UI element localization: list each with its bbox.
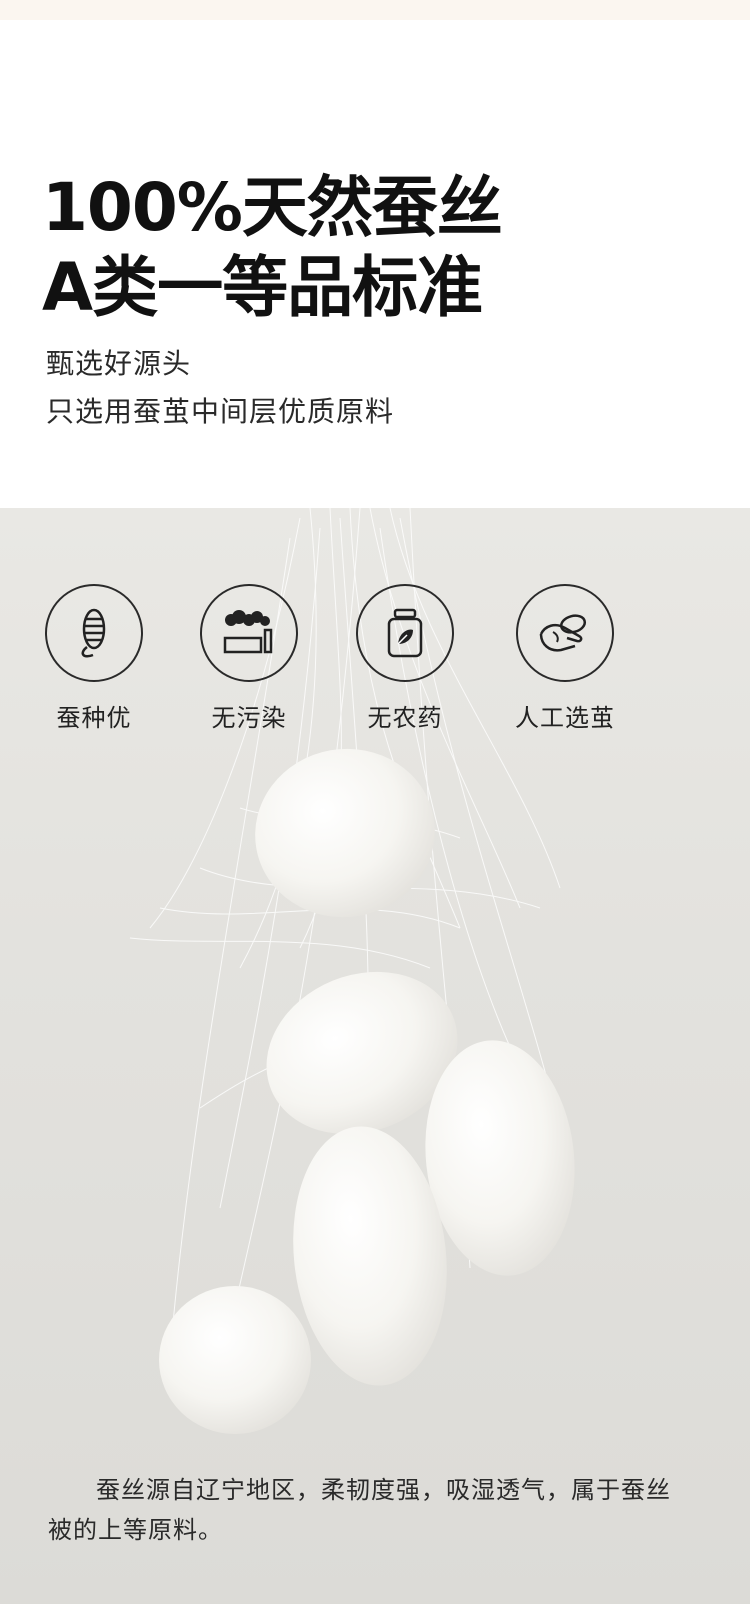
feature-no-pollution: 无污染 xyxy=(189,584,309,733)
top-strip xyxy=(0,0,750,20)
headline-line-2: A类一等品标准 xyxy=(42,249,483,326)
feature-hand-selected: 人工选茧 xyxy=(505,584,625,733)
feature-label: 人工选茧 xyxy=(515,704,615,732)
jar-leaf-icon xyxy=(356,584,454,682)
cocoon-1 xyxy=(255,748,435,918)
hand-cocoon-icon xyxy=(516,584,614,682)
headline: 100%天然蚕丝 A类一等品标准 xyxy=(42,168,503,328)
subheading-line-2: 只选用蚕茧中间层优质原料 xyxy=(46,395,395,428)
feature-label: 蚕种优 xyxy=(56,704,132,732)
feature-silkworm: 蚕种优 xyxy=(34,584,154,733)
factory-smoke-icon xyxy=(200,584,298,682)
headline-line-1: 100%天然蚕丝 xyxy=(42,169,503,246)
subheading-line-1: 甄选好源头 xyxy=(46,347,192,380)
caption: 蚕丝源自辽宁地区，柔韧度强，吸湿透气，属于蚕丝被的上等原料。 xyxy=(48,1476,671,1544)
feature-label: 无污染 xyxy=(211,704,287,732)
silkworm-icon xyxy=(45,584,143,682)
cocoon-5 xyxy=(159,1286,311,1434)
feature-label: 无农药 xyxy=(367,704,443,732)
subheading: 甄选好源头 只选用蚕茧中间层优质原料 xyxy=(46,340,394,436)
feature-no-pesticide: 无农药 xyxy=(345,584,465,733)
